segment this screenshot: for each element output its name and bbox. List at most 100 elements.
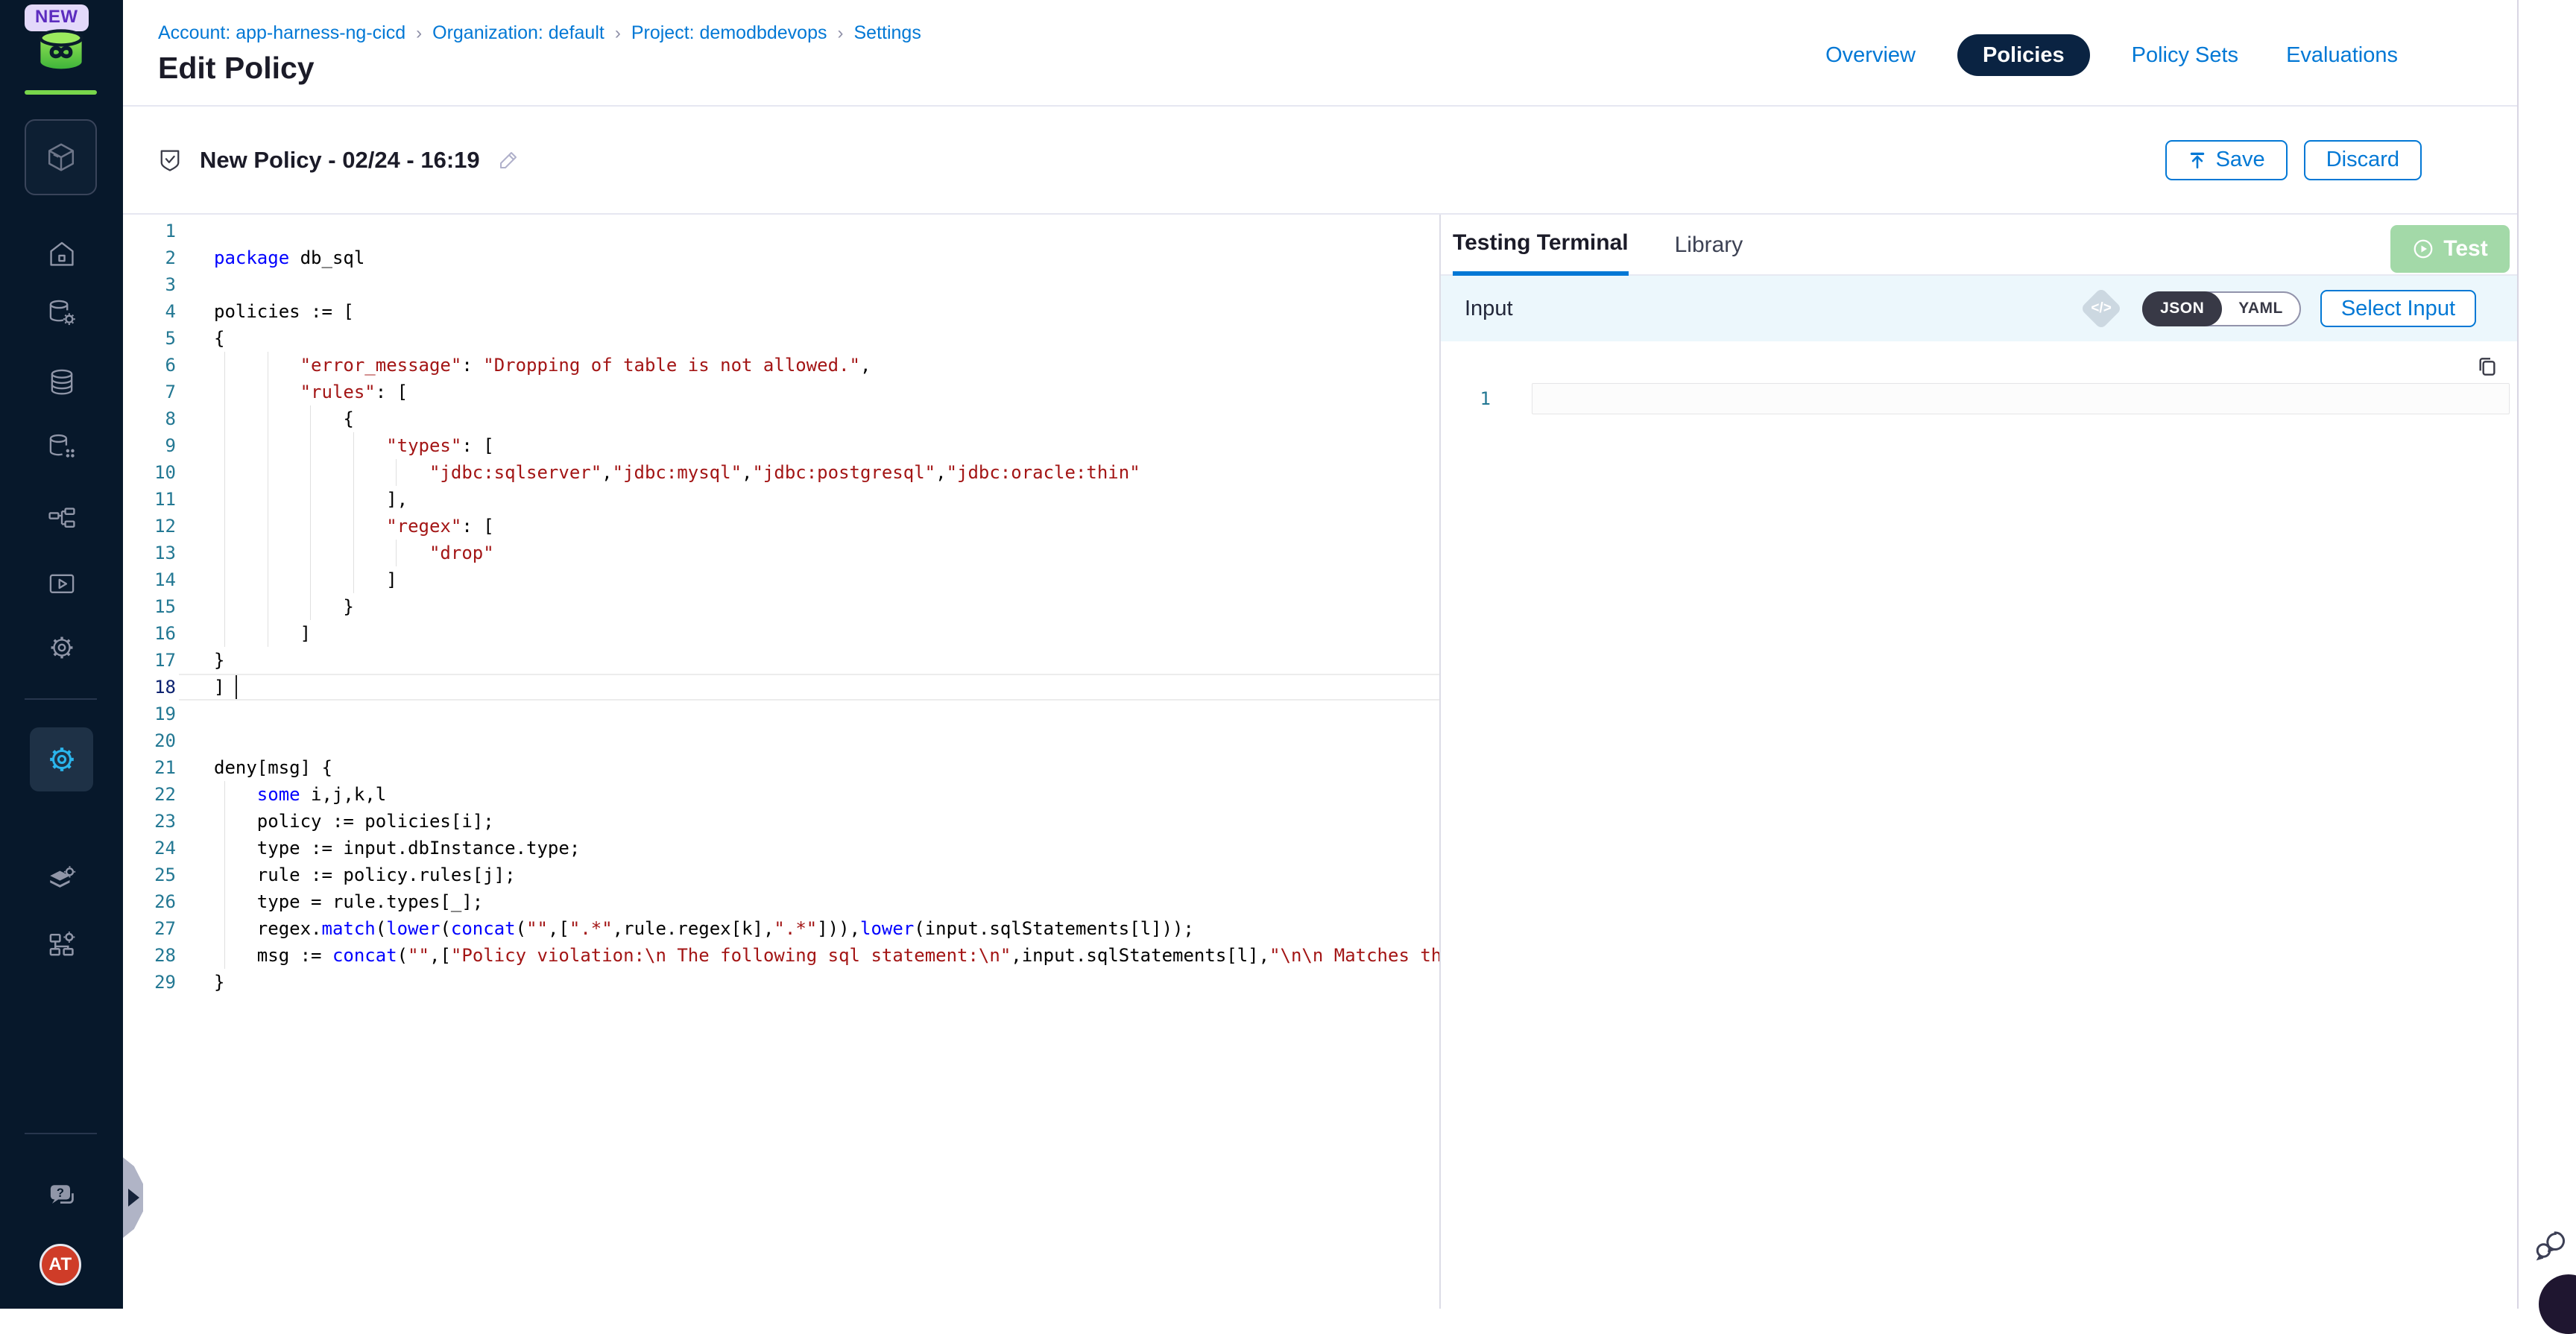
sidebar-item-databases[interactable] (0, 367, 123, 398)
indent-guide (310, 486, 311, 513)
input-line-number: 1 (1441, 383, 1491, 414)
sidebar-item-executions[interactable] (0, 568, 123, 599)
line-number: 17 (123, 647, 176, 674)
corner-chat-blob[interactable] (2539, 1274, 2576, 1334)
code-line-20[interactable]: 20 (123, 727, 1439, 754)
code-line-29[interactable]: 29} (123, 969, 1439, 996)
code-line-11[interactable]: 11 ], (123, 486, 1439, 513)
edit-pencil-icon[interactable] (496, 148, 520, 172)
page-title: Edit Policy (158, 51, 315, 86)
breadcrumb: Account: app-harness-ng-cicd › Organizatio… (158, 22, 921, 44)
avatar[interactable]: AT (40, 1244, 81, 1286)
indent-guide (224, 486, 225, 513)
module-selector[interactable] (25, 119, 97, 195)
home-icon (46, 238, 78, 270)
code-line-7[interactable]: 7 "rules": [ (123, 379, 1439, 405)
code-line-3[interactable]: 3 (123, 271, 1439, 298)
indent-guide (353, 513, 354, 540)
code-line-9[interactable]: 9 "types": [ (123, 432, 1439, 459)
code-line-1[interactable]: 1 (123, 218, 1439, 244)
copy-icon[interactable] (2475, 355, 2499, 379)
code-line-19[interactable]: 19 (123, 701, 1439, 727)
sidebar-item-home[interactable] (0, 238, 123, 270)
top-tabs: Overview Policies Policy Sets Evaluations (1819, 34, 2404, 76)
code-brackets-glyph: </> (2091, 300, 2111, 317)
code-line-27[interactable]: 27 regex.match(lower(concat("",[".*",rul… (123, 915, 1439, 942)
input-editor[interactable]: 1 (1441, 341, 2517, 490)
indent-guide (396, 459, 397, 486)
indent-guide (224, 620, 225, 647)
code-line-18[interactable]: 18] (123, 674, 1439, 701)
indent-guide (224, 379, 225, 405)
indent-guide (224, 459, 225, 486)
line-number: 4 (123, 298, 176, 325)
save-button[interactable]: Save (2165, 140, 2288, 180)
active-line-highlight (179, 674, 1439, 701)
code-text: deny[msg] { (176, 754, 332, 781)
discard-button[interactable]: Discard (2304, 140, 2422, 180)
code-text: "types": [ (176, 432, 494, 459)
code-line-5[interactable]: 5{ (123, 325, 1439, 352)
indent-guide (353, 432, 354, 459)
policy-code-editor[interactable]: 12package db_sql34policies := [5{6 "erro… (123, 215, 1439, 1309)
input-line-1[interactable]: 1 (1441, 383, 2517, 414)
breadcrumb-link[interactable]: Settings (854, 22, 921, 43)
code-line-22[interactable]: 22 some i,j,k,l (123, 781, 1439, 808)
code-line-14[interactable]: 14 ] (123, 566, 1439, 593)
code-line-21[interactable]: 21deny[msg] { (123, 754, 1439, 781)
tab-testing-terminal[interactable]: Testing Terminal (1453, 215, 1629, 276)
breadcrumb-link[interactable]: Account: app-harness-ng-cicd (158, 22, 405, 43)
discard-button-label: Discard (2326, 148, 2399, 172)
line-number: 18 (123, 674, 176, 701)
sidebar-item-settings[interactable] (0, 632, 123, 663)
code-line-2[interactable]: 2package db_sql (123, 244, 1439, 271)
sidebar-item-layers-settings[interactable] (0, 863, 123, 894)
tab-library[interactable]: Library (1675, 233, 1743, 258)
code-line-28[interactable]: 28 msg := concat("",["Policy violation:\… (123, 942, 1439, 969)
code-line-16[interactable]: 16 ] (123, 620, 1439, 647)
breadcrumb-separator: › (615, 23, 621, 43)
breadcrumb-link[interactable]: Project: demodbdevops (631, 22, 827, 43)
tab-policy-sets[interactable]: Policy Sets (2126, 43, 2244, 68)
code-text: "jdbc:sqlserver","jdbc:mysql","jdbc:post… (176, 459, 1140, 486)
code-line-17[interactable]: 17} (123, 647, 1439, 674)
tab-policies[interactable]: Policies (1957, 34, 2090, 76)
code-format-icon[interactable]: </> (2080, 287, 2123, 330)
code-text: ] (176, 566, 397, 593)
svg-text:?: ? (56, 1186, 63, 1200)
code-line-10[interactable]: 10 "jdbc:sqlserver","jdbc:mysql","jdbc:p… (123, 459, 1439, 486)
chat-bubbles-icon[interactable] (2531, 1226, 2567, 1262)
input-line-field[interactable] (1532, 383, 2510, 414)
sidebar-item-policies-active[interactable] (30, 727, 93, 791)
code-line-6[interactable]: 6 "error_message": "Dropping of table is… (123, 352, 1439, 379)
hierarchy-icon (46, 504, 78, 535)
code-line-12[interactable]: 12 "regex": [ (123, 513, 1439, 540)
harness-database-logo-icon[interactable] (36, 27, 86, 78)
upload-icon (2188, 151, 2207, 170)
tab-overview[interactable]: Overview (1819, 43, 1922, 68)
select-input-button[interactable]: Select Input (2320, 290, 2476, 327)
code-line-4[interactable]: 4policies := [ (123, 298, 1439, 325)
sidebar-item-database-apps[interactable] (0, 431, 123, 462)
code-line-26[interactable]: 26 type = rule.types[_]; (123, 888, 1439, 915)
sidebar-item-pipelines[interactable] (0, 504, 123, 535)
indent-guide (224, 352, 225, 379)
code-line-13[interactable]: 13 "drop" (123, 540, 1439, 566)
format-toggle-yaml[interactable]: YAML (2222, 300, 2299, 317)
code-line-24[interactable]: 24 type := input.dbInstance.type; (123, 835, 1439, 862)
sidebar-item-database-settings[interactable] (0, 297, 123, 328)
indent-guide (224, 566, 225, 593)
code-line-25[interactable]: 25 rule := policy.rules[j]; (123, 862, 1439, 888)
breadcrumb-link[interactable]: Organization: default (432, 22, 604, 43)
input-label: Input (1465, 297, 1513, 321)
sidebar-item-infrastructure-settings[interactable] (0, 928, 123, 959)
line-number: 13 (123, 540, 176, 566)
format-toggle-json[interactable]: JSON (2142, 291, 2222, 326)
test-button[interactable]: Test (2390, 225, 2510, 273)
code-line-23[interactable]: 23 policy := policies[i]; (123, 808, 1439, 835)
tab-evaluations[interactable]: Evaluations (2280, 43, 2404, 68)
code-line-8[interactable]: 8 { (123, 405, 1439, 432)
code-text: some i,j,k,l (176, 781, 386, 808)
code-line-15[interactable]: 15 } (123, 593, 1439, 620)
sidebar-item-help[interactable]: ? (0, 1179, 123, 1212)
